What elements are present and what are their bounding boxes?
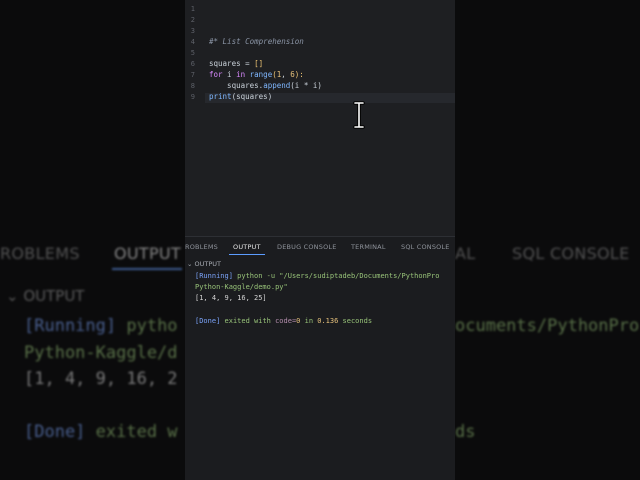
output-section-title: OUTPUT (194, 260, 222, 268)
code-editor[interactable]: 1 2 3 4 5 6 7 8 9 #* List Comprehension … (185, 0, 455, 236)
code-line-6: squares = [] (209, 59, 264, 68)
line-number: 7 (190, 71, 195, 79)
output-running-line: [Running] python -u "/Users/sudiptadeb/D… (195, 272, 440, 280)
bg-command-tail: ocuments/PythonPro (455, 316, 640, 336)
output-section-header[interactable]: ⌄ OUTPUT (187, 260, 221, 268)
output-result: [1, 4, 9, 16, 25] (195, 294, 267, 302)
bg-tab-sql-console: SQL CONSOLE (512, 244, 630, 263)
tab-problems[interactable]: ROBLEMS (185, 243, 218, 251)
tab-terminal[interactable]: TERMINAL (351, 243, 386, 251)
tab-debug-console[interactable]: DEBUG CONSOLE (277, 243, 337, 251)
code-line-9: print(squares) (209, 92, 273, 101)
line-number: 3 (190, 27, 195, 35)
text-cursor-icon (353, 101, 365, 129)
bg-tab-output: OUTPUT (114, 244, 182, 263)
line-number: 6 (190, 60, 195, 68)
code-line-8: squares.append(i * i) (209, 81, 322, 90)
bg-running-tag: [Running] (24, 316, 117, 336)
line-number: 1 (190, 5, 195, 13)
tab-output[interactable]: OUTPUT (233, 243, 261, 251)
line-number: 9 (190, 93, 195, 101)
bg-tab-terminal: AL (455, 244, 476, 263)
bottom-panel: ROBLEMS OUTPUT DEBUG CONSOLE TERMINAL SQ… (185, 236, 455, 480)
bg-tab-underline (112, 268, 182, 270)
code-comment: #* List Comprehension (209, 37, 304, 46)
tab-sql-console[interactable]: SQL CONSOLE (401, 243, 450, 251)
bg-done-tail: ds (455, 422, 476, 442)
line-number: 4 (190, 38, 195, 46)
bg-result: [1, 4, 9, 16, 2 (24, 369, 178, 389)
bg-output-heading: ⌄ OUTPUT (6, 287, 85, 305)
bg-done-text: exited w (85, 422, 178, 442)
bg-tab-problems: ROBLEMS (0, 244, 80, 263)
code-line-7: for i in range(1, 6): (209, 70, 304, 79)
vscode-window: 1 2 3 4 5 6 7 8 9 #* List Comprehension … (185, 0, 455, 480)
bg-command: pytho (116, 316, 178, 336)
line-number: 8 (190, 82, 195, 90)
active-tab-indicator (229, 254, 265, 255)
line-number: 2 (190, 16, 195, 24)
output-command-cont: Python-Kaggle/demo.py" (195, 283, 288, 291)
bg-command-cont: Python-Kaggle/d (24, 343, 178, 363)
bg-done-tag: [Done] (24, 422, 86, 442)
chevron-down-icon: ⌄ (187, 260, 195, 268)
line-number: 5 (190, 49, 195, 57)
output-done-line: [Done] exited with code=0 in 0.136 secon… (195, 317, 373, 325)
